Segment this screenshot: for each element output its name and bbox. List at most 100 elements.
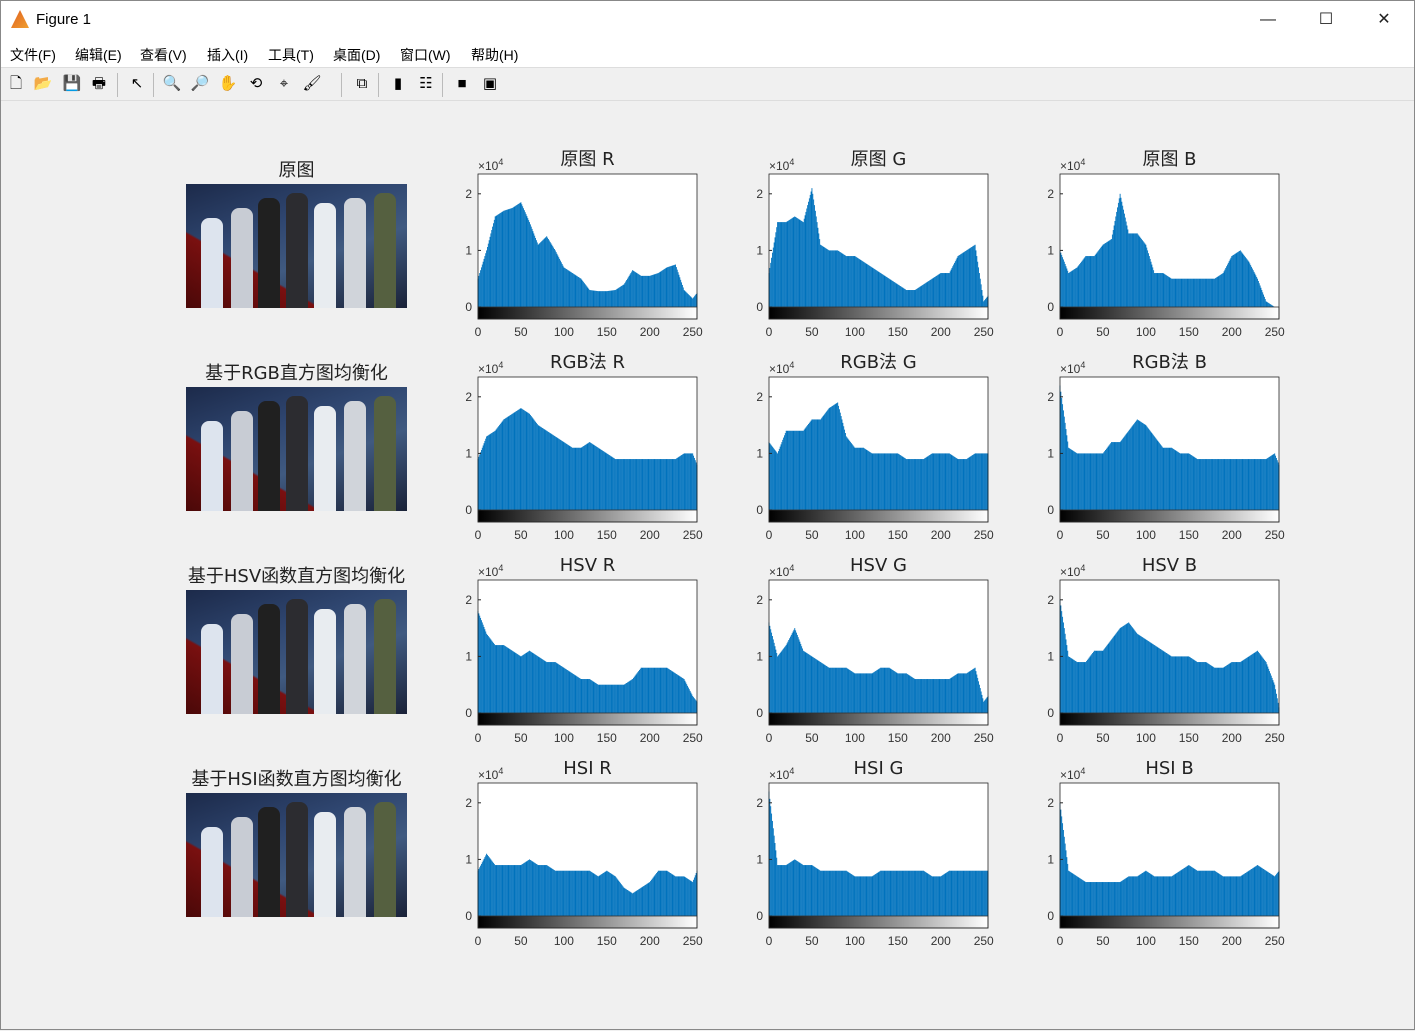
y-exponent-power: 4 [498, 563, 503, 573]
histogram-bar [591, 680, 593, 713]
histogram-bar [493, 223, 494, 307]
histogram-bar [522, 863, 524, 916]
histogram-bar [863, 447, 864, 510]
histogram-bar [652, 667, 654, 713]
histogram-bar [645, 667, 646, 713]
histogram-bar [1180, 870, 1182, 916]
histogram-bar [791, 861, 793, 916]
histogram-bar [871, 673, 873, 713]
histogram-bar [632, 892, 634, 916]
histogram-bar [1162, 876, 1164, 916]
histogram-bar [542, 659, 544, 713]
histogram-bar [500, 212, 502, 307]
histogram-bar [602, 872, 604, 916]
histogram-bar [813, 657, 815, 713]
histogram-bar [651, 275, 653, 307]
histogram-bar [771, 813, 773, 916]
y-exponent-power: 4 [789, 766, 794, 776]
y-tick-label: 0 [1047, 300, 1054, 314]
histogram-bar [1170, 447, 1172, 510]
histogram-bar [1115, 216, 1117, 307]
histogram-bar [950, 677, 952, 713]
histogram-bar [1225, 666, 1227, 713]
histogram-bar [608, 455, 610, 510]
histogram-bar [940, 453, 942, 510]
histogram-bar [896, 283, 898, 307]
histogram-bar [850, 671, 852, 713]
histogram-bar [571, 447, 573, 510]
histogram-bar [685, 877, 687, 916]
histogram-bar [1112, 637, 1114, 713]
histogram-bar [1138, 420, 1140, 510]
histogram-bar [655, 667, 657, 713]
histogram-bar [905, 289, 907, 307]
histogram-bar [962, 252, 964, 307]
histogram-bar [499, 423, 501, 510]
histogram-bar [661, 870, 663, 916]
histogram-bar [1062, 410, 1064, 510]
histogram-bar [820, 662, 821, 713]
histogram-bar [586, 286, 588, 307]
histogram-bar [890, 870, 892, 916]
histogram-bar [1130, 625, 1132, 713]
histogram-bar [571, 272, 573, 307]
histogram-bar [777, 222, 779, 307]
histogram-bar [678, 675, 680, 713]
histogram-bar [966, 459, 967, 510]
histogram-bar [1090, 655, 1092, 713]
histogram-bar [636, 273, 638, 307]
histogram-bar [1068, 871, 1070, 916]
histogram-bar [1171, 447, 1173, 510]
histogram-bar [1148, 872, 1149, 916]
histogram-bar [1061, 816, 1063, 916]
histogram-bar [872, 267, 874, 307]
histogram-bar [1247, 260, 1249, 307]
histogram-bar [786, 221, 788, 307]
histogram-bar [1122, 438, 1124, 510]
histogram-bar [815, 659, 817, 713]
histogram-bar [963, 459, 965, 510]
histogram-bar [1224, 269, 1226, 307]
y-exponent-power: 4 [789, 563, 794, 573]
histogram-bar [1240, 459, 1242, 510]
histogram-bar [1173, 656, 1175, 713]
histogram-bar [771, 820, 773, 916]
histogram-bar [657, 871, 658, 916]
histogram-bar [832, 667, 834, 713]
histogram-bar [493, 642, 494, 713]
histogram-chart: RGB法 R×1040120 50 100 150 200 250 [465, 352, 703, 542]
histogram-bar [1268, 668, 1270, 713]
histogram-bar [669, 669, 671, 713]
histogram-bar [584, 870, 585, 916]
histogram-bar [1172, 448, 1173, 510]
histogram-bar [1274, 684, 1276, 713]
histogram-bar [1109, 641, 1111, 713]
histogram-bar [978, 453, 980, 510]
histogram-bar [567, 870, 569, 916]
histogram-bar [1212, 666, 1214, 713]
histogram-bar [610, 456, 612, 510]
y-exponent-label: ×104 [769, 766, 794, 782]
x-tick-label: 0 [1057, 528, 1064, 542]
histogram-bar [602, 450, 603, 510]
histogram-bar [1232, 662, 1234, 713]
histogram-bar [980, 453, 982, 510]
histogram-bar [1125, 624, 1127, 713]
x-tick-label: 100 [845, 731, 865, 745]
histogram-bar [492, 226, 494, 307]
histogram-bar [1113, 882, 1115, 916]
histogram-bar [931, 278, 933, 307]
histogram-bar [1227, 876, 1229, 916]
histogram-bar [1092, 882, 1094, 916]
histogram-bar [1172, 448, 1174, 510]
histogram-bar [1129, 428, 1131, 510]
histogram-bar [952, 455, 954, 510]
histogram-bar [924, 457, 926, 510]
histogram-bar [532, 653, 534, 713]
histogram-bar [1198, 459, 1200, 510]
histogram-bar [826, 666, 828, 713]
histogram-bar [893, 282, 895, 307]
histogram-bar [852, 875, 854, 916]
histogram-bar [493, 863, 495, 916]
histogram-bar [980, 284, 982, 307]
